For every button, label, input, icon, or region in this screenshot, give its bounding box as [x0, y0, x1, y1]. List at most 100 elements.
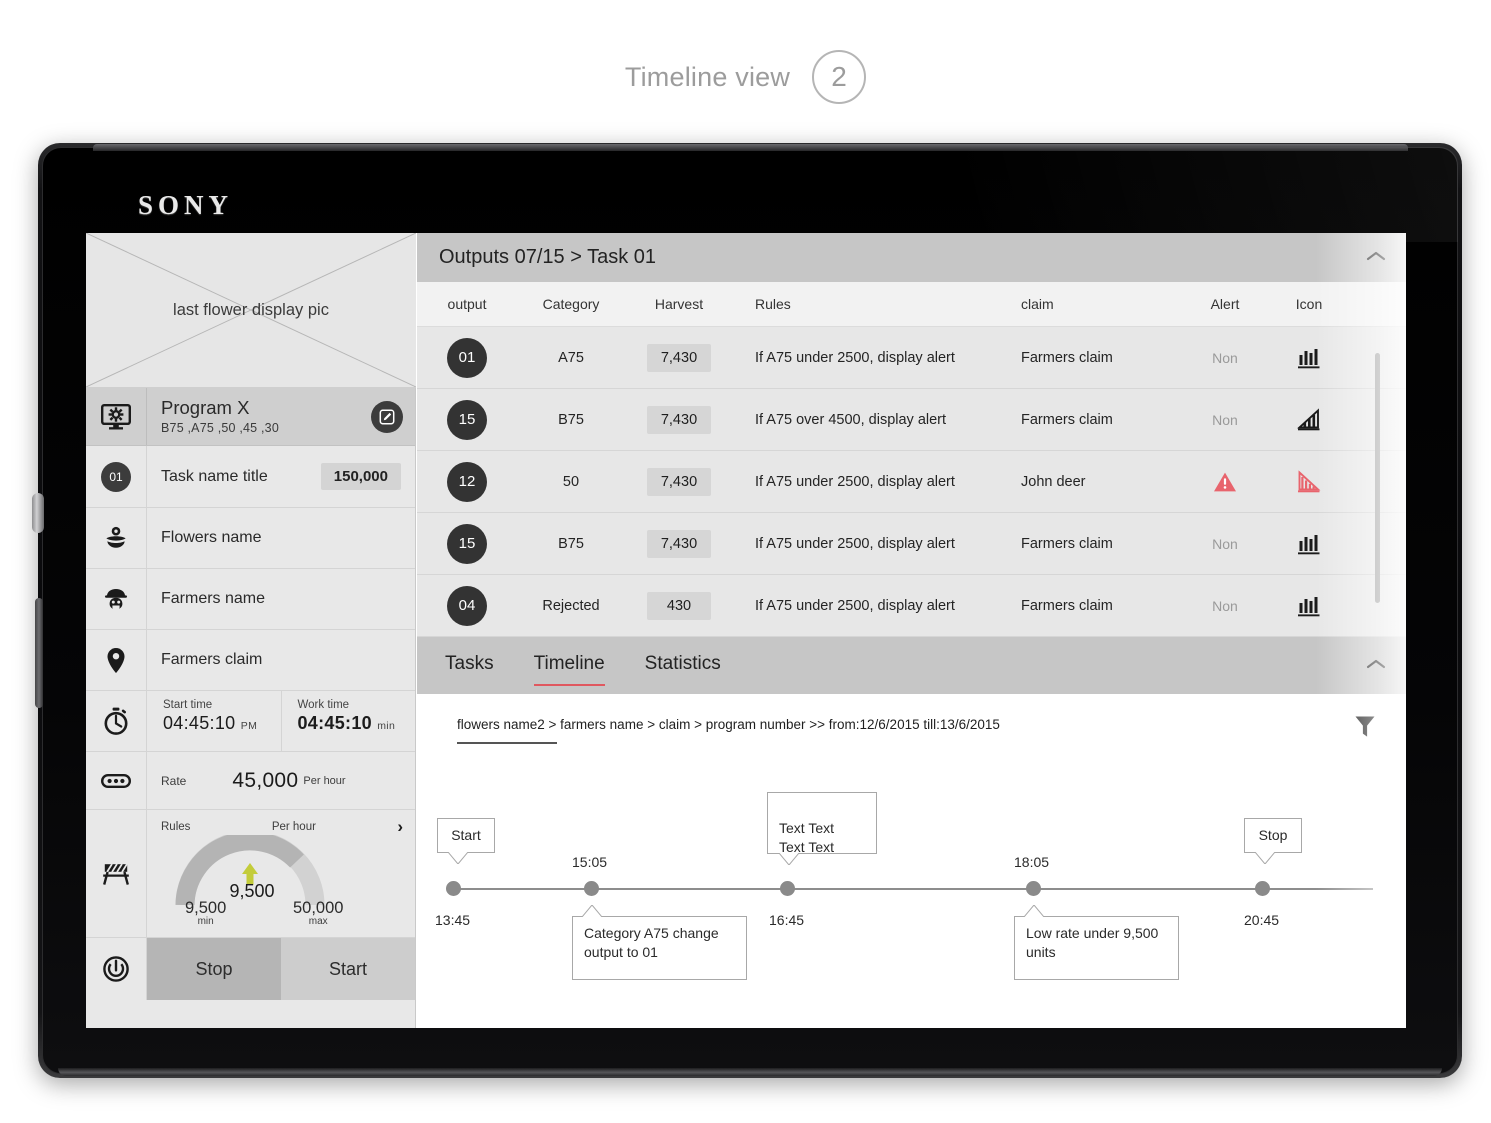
- table-row[interactable]: 15 B75 7,430 If A75 under 2500, display …: [417, 513, 1406, 575]
- cell-harvest: 7,430: [646, 529, 712, 558]
- breadcrumb-text: flowers name2 > farmers name > claim > p…: [457, 717, 1000, 732]
- sidebar-row-rules[interactable]: Rules Per hour › 9,500 9,500 min 50,000 …: [86, 810, 415, 938]
- start-time-caption: Start time: [163, 699, 213, 711]
- start-button[interactable]: Start: [281, 938, 415, 1000]
- chevron-up-icon[interactable]: [1366, 249, 1386, 266]
- cell-rules: If A75 over 4500, display alert: [755, 411, 947, 428]
- device-volume-rocker[interactable]: [35, 598, 43, 708]
- output-badge: 15: [447, 399, 487, 440]
- cell-harvest: 7,430: [646, 405, 712, 434]
- cell-claim: Farmers claim: [1021, 597, 1113, 614]
- tabs-bar: Tasks Timeline Statistics: [417, 637, 1406, 694]
- tab-statistics[interactable]: Statistics: [645, 653, 721, 678]
- breadcrumb[interactable]: flowers name2 > farmers name > claim > p…: [417, 694, 1406, 737]
- cell-alert: Non: [1212, 411, 1238, 428]
- location-pin-icon: [86, 630, 147, 690]
- sidebar-row-claim[interactable]: Farmers claim: [86, 630, 415, 691]
- outputs-header: Outputs 07/15 > Task 01: [417, 233, 1406, 282]
- device-power-button[interactable]: [32, 493, 44, 533]
- edit-icon[interactable]: [371, 400, 403, 433]
- timeline-dot[interactable]: [1025, 881, 1041, 896]
- farmer-icon: [86, 569, 147, 629]
- timeline-callout[interactable]: Start: [437, 818, 495, 864]
- work-time-unit: min: [377, 720, 396, 732]
- timeline-callout[interactable]: Text Text Text Text: [767, 792, 877, 865]
- photo-placeholder[interactable]: last flower display pic: [86, 233, 416, 388]
- table-scrollbar[interactable]: [1375, 353, 1380, 603]
- timeline-time-label: 20:45: [1244, 912, 1280, 928]
- task-label: Task name title: [161, 467, 268, 485]
- rate-caption: Rate: [161, 773, 187, 788]
- page-title: Timeline view: [624, 61, 791, 92]
- timeline-callout[interactable]: Category A75 change output to 01: [572, 905, 747, 980]
- cell-rules: If A75 under 2500, display alert: [755, 535, 955, 552]
- gauge-max: 50,000 max: [293, 899, 343, 927]
- cell-rules: If A75 under 2500, display alert: [755, 473, 955, 490]
- tab-tasks[interactable]: Tasks: [445, 653, 494, 678]
- work-time-value: 04:45:10: [297, 713, 372, 733]
- power-icon: [86, 938, 147, 1000]
- output-badge: 12: [447, 461, 487, 502]
- step-badge: 2: [812, 50, 867, 104]
- cell-rules: If A75 under 2500, display alert: [755, 597, 955, 614]
- table-row[interactable]: 04 Rejected 430 If A75 under 2500, displ…: [417, 575, 1406, 637]
- chart-down-icon[interactable]: [1267, 469, 1351, 494]
- column-header-category: Category: [542, 296, 600, 312]
- rules-perhour-label: Per hour: [271, 821, 316, 833]
- page-header: Timeline view 2: [0, 50, 1491, 104]
- gauge-max-label: max: [308, 916, 328, 927]
- bar-chart-icon[interactable]: [1267, 594, 1351, 618]
- tab-timeline[interactable]: Timeline: [533, 653, 605, 686]
- task-number-icon: 01: [86, 446, 147, 507]
- cell-rules: If A75 under 2500, display alert: [755, 349, 955, 366]
- timeline-callout-text: Category A75 change output to 01: [584, 925, 719, 960]
- bar-chart-icon[interactable]: [1267, 532, 1351, 556]
- timeline-dot[interactable]: [583, 881, 599, 896]
- alert-warning-icon[interactable]: [1183, 471, 1267, 493]
- cell-harvest: 7,430: [646, 343, 712, 372]
- timeline-chart: 13:45 Start 15:05 Category A75 change ou…: [417, 766, 1406, 1028]
- column-header-alert: Alert: [1210, 296, 1240, 312]
- start-time-cell: Start time 04:45:10 PM: [147, 691, 281, 751]
- table-row[interactable]: 12 50 7,430 If A75 under 2500, display a…: [417, 451, 1406, 513]
- program-subtitle: B75 ,A75 ,50 ,45 ,30: [161, 420, 279, 435]
- chevron-up-icon[interactable]: [1366, 657, 1386, 674]
- sidebar-row-flowers[interactable]: Flowers name: [86, 508, 415, 569]
- cell-claim: Farmers claim: [1021, 535, 1113, 552]
- flower-icon: [86, 508, 147, 568]
- sidebar-row-task[interactable]: 01 Task name title 150,000: [86, 446, 415, 508]
- sidebar-row-program[interactable]: Program X B75 ,A75 ,50 ,45 ,30: [86, 388, 415, 446]
- photo-placeholder-label: last flower display pic: [173, 300, 329, 319]
- timeline-callout[interactable]: Low rate under 9,500 units: [1014, 905, 1179, 980]
- work-time-caption: Work time: [297, 699, 350, 711]
- sony-logo: SONY: [138, 190, 234, 220]
- barrier-icon: [86, 810, 147, 937]
- table-row[interactable]: 01 A75 7,430 If A75 under 2500, display …: [417, 327, 1406, 389]
- timeline-callout[interactable]: Stop: [1244, 818, 1302, 864]
- sidebar-row-farmers[interactable]: Farmers name: [86, 569, 415, 630]
- output-badge: 04: [447, 585, 487, 626]
- bar-chart-icon[interactable]: [1267, 346, 1351, 370]
- cell-alert: Non: [1212, 349, 1238, 366]
- cell-category: B75: [558, 535, 584, 552]
- outputs-table-body: 01 A75 7,430 If A75 under 2500, display …: [417, 327, 1406, 637]
- gauge-current-value: 9,500: [229, 881, 275, 901]
- cell-category: B75: [558, 411, 584, 428]
- column-header-output: output: [447, 296, 487, 312]
- filter-icon[interactable]: [1354, 714, 1376, 745]
- gauge-min-value: 9,500: [185, 899, 227, 917]
- cell-claim: Farmers claim: [1021, 349, 1113, 366]
- sidebar-row-power: Stop Start: [86, 938, 415, 1000]
- stop-button[interactable]: Stop: [147, 938, 281, 1000]
- timeline-dot[interactable]: [445, 881, 461, 896]
- program-title: Program X: [161, 397, 250, 419]
- sidebar-row-rate: Rate 45,000 Per hour: [86, 752, 415, 810]
- timeline-callout-text: Start: [451, 827, 481, 843]
- table-row[interactable]: 15 B75 7,430 If A75 over 4500, display a…: [417, 389, 1406, 451]
- sidebar-item-label: Farmers claim: [161, 651, 263, 668]
- gauge-min: 9,500 min: [185, 899, 226, 927]
- timeline-time-label: 18:05: [1014, 854, 1050, 870]
- timeline-dot[interactable]: [1254, 881, 1270, 896]
- timeline-dot[interactable]: [779, 881, 795, 896]
- chart-up-icon[interactable]: [1267, 407, 1351, 432]
